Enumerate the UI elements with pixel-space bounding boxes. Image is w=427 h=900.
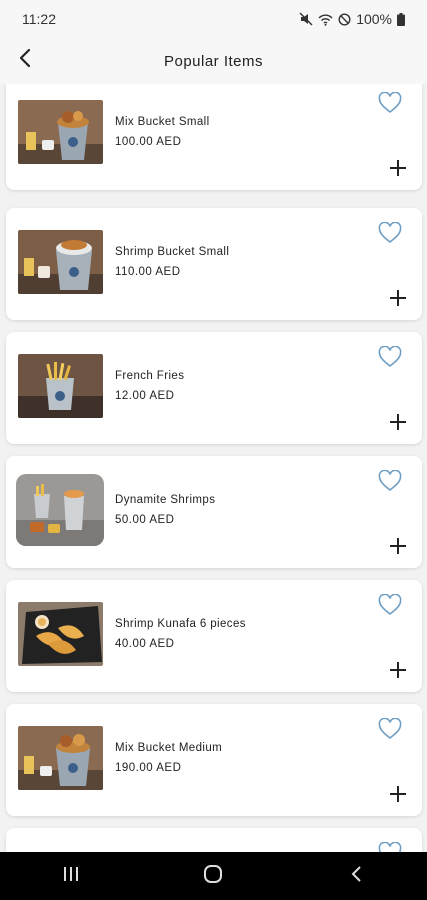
item-card[interactable]: Shrimp Kunafa 6 pieces 40.00 AED (6, 580, 422, 692)
add-to-cart-button[interactable] (388, 288, 410, 310)
item-price: 12.00 AED (115, 390, 175, 402)
plus-icon (388, 662, 408, 684)
heart-outline-icon (378, 717, 402, 744)
item-price: 40.00 AED (115, 638, 175, 650)
item-card[interactable]: Dynamite Shrimps 50.00 AED (6, 456, 422, 568)
item-price: 100.00 AED (115, 136, 182, 148)
back-icon (350, 865, 362, 888)
favorite-button[interactable] (378, 593, 404, 620)
item-image (18, 602, 103, 666)
favorite-button[interactable] (378, 841, 404, 852)
back-button[interactable] (12, 47, 38, 73)
add-to-cart-button[interactable] (388, 158, 410, 180)
battery-level: 100% (356, 11, 392, 27)
status-icons: 100% (299, 11, 405, 27)
item-name: Mix Bucket Medium (115, 742, 223, 754)
item-card[interactable]: Shrimp Bucket Small 110.00 AED (6, 208, 422, 320)
system-nav-bar (0, 852, 427, 900)
recents-icon (62, 866, 80, 887)
system-back-button[interactable] (326, 852, 386, 900)
heart-outline-icon (378, 221, 402, 248)
item-price: 190.00 AED (115, 762, 182, 774)
add-to-cart-button[interactable] (388, 536, 410, 558)
status-time: 11:22 (22, 11, 56, 27)
recents-button[interactable] (41, 852, 101, 900)
add-to-cart-button[interactable] (388, 660, 410, 682)
item-name: Dynamite Shrimps (115, 494, 216, 506)
home-icon (203, 864, 223, 889)
favorite-button[interactable] (378, 221, 404, 248)
page-title: Popular Items (163, 52, 264, 70)
add-to-cart-button[interactable] (388, 784, 410, 806)
item-price: 50.00 AED (115, 514, 175, 526)
popular-items-list[interactable]: Mix Bucket Small 100.00 AED Shrimp Bucke… (0, 84, 427, 852)
item-image (18, 100, 103, 164)
item-card[interactable]: French Fries 12.00 AED (6, 332, 422, 444)
plus-icon (388, 414, 408, 436)
plus-icon (388, 786, 408, 808)
heart-outline-icon (378, 91, 402, 118)
favorite-button[interactable] (378, 345, 404, 372)
item-name: Shrimp Kunafa 6 pieces (115, 618, 246, 630)
chevron-left-icon (18, 48, 32, 73)
do-not-disturb-icon (338, 12, 351, 26)
item-name: Shrimp Bucket Small (115, 246, 230, 258)
heart-outline-icon (378, 345, 402, 372)
item-card[interactable]: Mix Bucket Small 100.00 AED (6, 84, 422, 190)
heart-outline-icon (378, 593, 402, 620)
plus-icon (388, 290, 408, 312)
battery-icon (397, 12, 405, 26)
item-card[interactable]: Mix Bucket Medium 190.00 AED (6, 704, 422, 816)
item-name: Mix Bucket Small (115, 116, 210, 128)
plus-icon (388, 538, 408, 560)
item-price: 110.00 AED (115, 266, 181, 278)
item-name: French Fries (115, 370, 185, 382)
home-button[interactable] (183, 852, 243, 900)
favorite-button[interactable] (378, 717, 404, 744)
favorite-button[interactable] (378, 469, 404, 496)
item-image (18, 354, 103, 418)
favorite-button[interactable] (378, 91, 404, 118)
app-header: Popular Items (0, 38, 427, 84)
status-bar: 11:22 100% (0, 0, 427, 38)
item-card[interactable] (6, 828, 422, 852)
item-image (16, 474, 104, 546)
add-to-cart-button[interactable] (388, 412, 410, 434)
mute-icon (299, 12, 313, 26)
wifi-icon (318, 13, 333, 26)
item-image (18, 726, 103, 790)
item-image (18, 230, 103, 294)
heart-outline-icon (378, 469, 402, 496)
plus-icon (388, 160, 408, 182)
